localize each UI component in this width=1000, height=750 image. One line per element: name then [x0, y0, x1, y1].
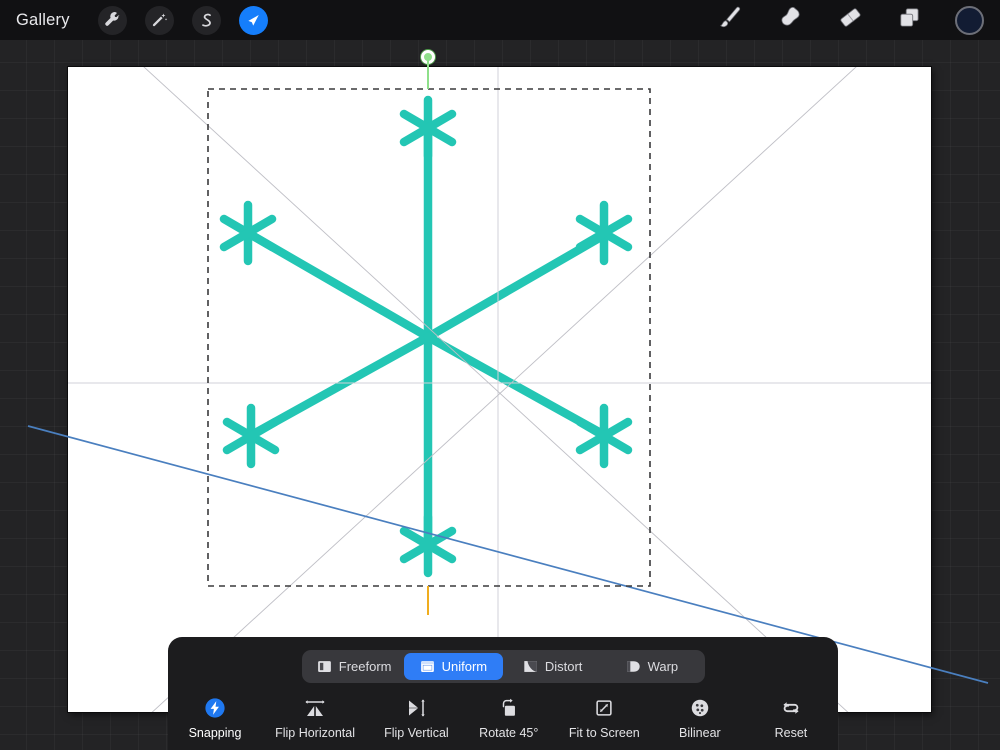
segment-distort[interactable]: Distort: [503, 653, 602, 680]
bilinear-label: Bilinear: [679, 726, 721, 740]
rotate-45-label: Rotate 45°: [479, 726, 539, 740]
selection-button[interactable]: [191, 5, 221, 35]
rotate-45-icon: [498, 695, 520, 721]
smudge-button[interactable]: [775, 5, 805, 35]
adjustments-button[interactable]: [144, 5, 174, 35]
fit-to-screen-button[interactable]: Fit to Screen: [569, 695, 640, 740]
snapping-button[interactable]: Snapping: [184, 695, 246, 740]
selection-bounding-box[interactable]: [207, 88, 651, 587]
eraser-icon: [837, 4, 864, 36]
layers-icon: [897, 5, 923, 36]
flip-vertical-label: Flip Vertical: [384, 726, 449, 740]
segment-freeform-label: Freeform: [338, 659, 392, 674]
snapping-label: Snapping: [188, 726, 242, 740]
transform-options-panel: Freeform Uniform Distort Warp Snapping F…: [168, 637, 838, 750]
segment-uniform-label: Uniform: [441, 659, 488, 674]
transform-tool-row: Snapping Flip Horizontal Flip Vertical R…: [168, 695, 838, 740]
distort-icon: [523, 659, 538, 674]
layers-button[interactable]: [895, 5, 925, 35]
bilinear-button[interactable]: Bilinear: [669, 695, 731, 740]
segment-uniform[interactable]: Uniform: [403, 653, 503, 680]
segment-freeform[interactable]: Freeform: [305, 653, 404, 680]
rotate-45-button[interactable]: Rotate 45°: [478, 695, 540, 740]
flip-horizontal-label: Flip Horizontal: [275, 726, 355, 740]
reset-icon: [780, 695, 802, 721]
freeform-icon: [317, 659, 332, 674]
paint-button[interactable]: [715, 5, 745, 35]
procreate-transform-screen: Gallery Freeform Uniform Distort Warp Sn…: [0, 0, 1000, 750]
bilinear-icon: [689, 695, 711, 721]
magic-wand-icon: [151, 12, 168, 29]
gallery-button[interactable]: Gallery: [14, 9, 80, 32]
top-toolbar-left-group: Gallery: [0, 5, 268, 35]
transform-mode-segmented-control[interactable]: Freeform Uniform Distort Warp: [301, 650, 705, 683]
flip-vertical-button[interactable]: Flip Vertical: [384, 695, 449, 740]
uniform-icon: [420, 659, 435, 674]
wrench-icon: [104, 11, 121, 29]
flip-horizontal-button[interactable]: Flip Horizontal: [275, 695, 355, 740]
actions-button[interactable]: [97, 5, 127, 35]
top-toolbar-right-group: [715, 5, 1000, 35]
transform-button[interactable]: [238, 5, 268, 35]
segment-distort-label: Distort: [544, 659, 583, 674]
warp-icon: [626, 659, 641, 674]
reset-label: Reset: [774, 726, 808, 740]
paintbrush-icon: [717, 5, 743, 36]
erase-button[interactable]: [835, 5, 865, 35]
top-toolbar: Gallery: [0, 0, 1000, 40]
selection-icon: [198, 12, 215, 29]
snapping-icon: [204, 695, 226, 721]
segment-warp[interactable]: Warp: [602, 653, 701, 680]
fit-to-screen-label: Fit to Screen: [568, 726, 640, 740]
transform-arrow-icon: [245, 12, 262, 29]
flip-vertical-icon: [404, 695, 428, 721]
flip-horizontal-icon: [303, 695, 327, 721]
smudge-icon: [777, 4, 804, 36]
color-swatch-button[interactable]: [955, 5, 984, 35]
fit-to-screen-icon: [593, 695, 615, 721]
reset-button[interactable]: Reset: [760, 695, 822, 740]
segment-warp-label: Warp: [647, 659, 679, 674]
